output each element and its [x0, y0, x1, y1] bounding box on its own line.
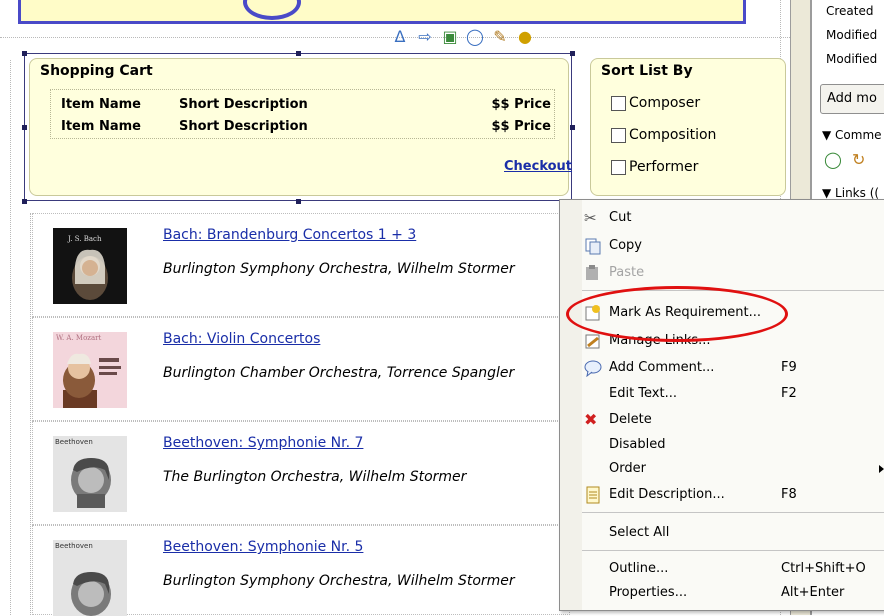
sort-option-performer[interactable]: Performer — [611, 159, 698, 175]
menu-item-copy[interactable]: Copy — [560, 235, 884, 257]
comments-section-header[interactable]: ▼ Comme — [822, 128, 882, 142]
menu-item-order[interactable]: Order — [560, 458, 884, 480]
menu-item-disabled[interactable]: Disabled — [560, 434, 884, 456]
item-name: Item Name — [61, 97, 141, 112]
sort-option-label: Composer — [629, 95, 701, 111]
sort-list-widget: Sort List By Composer Composition Perfor… — [590, 58, 786, 196]
album-cover-caption: Beethoven — [55, 542, 93, 550]
description-icon — [584, 486, 602, 504]
add-comment-icon[interactable]: ◯ — [824, 150, 842, 169]
link-icon — [584, 332, 602, 350]
checkbox[interactable] — [611, 95, 626, 111]
product-performer: The Burlington Orchestra, Wilhelm Storme… — [163, 469, 467, 485]
cart-items: Item Name Short Description $$ Price Ite… — [50, 89, 555, 139]
product-title-link[interactable]: Bach: Brandenburg Concertos 1 + 3 — [163, 227, 416, 243]
selection-handle[interactable] — [570, 51, 575, 56]
album-cover-caption: Beethoven — [55, 438, 93, 446]
triangle-icon[interactable]: Δ — [390, 27, 410, 47]
arrow-left-icon[interactable]: ⇨ — [415, 27, 435, 47]
divider — [10, 60, 11, 615]
element-mini-toolbar: Δ ⇨ ▣ ◯ ✎ ● — [390, 27, 535, 47]
product-performer: Burlington Symphony Orchestra, Wilhelm S… — [163, 261, 515, 277]
paste-icon — [584, 264, 602, 282]
cart-title: Shopping Cart — [40, 63, 153, 79]
product-performer: Burlington Chamber Orchestra, Torrence S… — [163, 365, 515, 381]
menu-item-edit-description[interactable]: Edit Description... F8 — [560, 484, 884, 506]
comments-label: Comme — [835, 128, 882, 142]
list-item[interactable]: Beethoven Beethoven: Symphonie Nr. 5 Bur… — [32, 525, 570, 616]
copy-icon — [584, 237, 602, 255]
add-more-button[interactable]: Add mo — [820, 84, 884, 114]
selection-handle[interactable] — [22, 51, 27, 56]
selection-handle[interactable] — [570, 125, 575, 130]
edit-icon[interactable]: ✎ — [490, 27, 510, 47]
selection-handle[interactable] — [22, 199, 27, 204]
sort-option-composer[interactable]: Composer — [611, 95, 700, 111]
product-title-link[interactable]: Bach: Violin Concertos — [163, 331, 320, 347]
product-performer: Burlington Symphony Orchestra, Wilhelm S… — [163, 573, 515, 589]
album-cover-caption: J. S. Bach — [68, 235, 102, 243]
banner-logo-arc — [243, 0, 301, 20]
cart-row: Item Name Short Description $$ Price — [61, 119, 551, 141]
delete-icon: ✖ — [584, 410, 598, 429]
menu-separator — [582, 512, 884, 513]
item-name: Item Name — [61, 119, 141, 134]
comment-icon — [584, 359, 602, 378]
product-title-link[interactable]: Beethoven: Symphonie Nr. 7 — [163, 435, 363, 451]
album-cover: Beethoven — [53, 436, 127, 512]
checkbox[interactable] — [611, 127, 626, 143]
menu-item-edit-text[interactable]: Edit Text... F2 — [560, 383, 884, 405]
sort-option-label: Composition — [629, 127, 717, 143]
menu-item-cut[interactable]: ✂ Cut — [560, 207, 884, 229]
album-cover-caption: W. A. Mozart — [56, 334, 102, 342]
requirement-icon[interactable]: ● — [515, 27, 535, 47]
menu-item-select-all[interactable]: Select All — [560, 522, 884, 544]
annotation-ellipse — [566, 286, 788, 342]
comment-icon[interactable]: ◯ — [465, 27, 485, 47]
created-label: Created — [826, 4, 874, 18]
list-item[interactable]: W. A. Mozart Bach: Violin Concertos Burl… — [32, 317, 570, 421]
menu-item-delete[interactable]: ✖ Delete — [560, 409, 884, 431]
list-item[interactable]: Beethoven Beethoven: Symphonie Nr. 7 The… — [32, 421, 570, 525]
shopping-cart-widget[interactable]: Shopping Cart Item Name Short Descriptio… — [29, 58, 572, 196]
album-cover: J. S. Bach — [53, 228, 127, 304]
checkbox[interactable] — [611, 159, 626, 175]
context-menu: ✂ Cut Copy Paste Mark As Requirement... … — [559, 199, 884, 611]
item-price: $$ Price — [491, 119, 551, 134]
list-item[interactable]: J. S. Bach Bach: Brandenburg Concertos 1… — [32, 213, 570, 317]
modified-label: Modified — [826, 52, 878, 66]
cart-row: Item Name Short Description $$ Price — [61, 97, 551, 119]
submenu-arrow-icon — [879, 465, 884, 473]
menu-item-outline[interactable]: Outline... Ctrl+Shift+O — [560, 558, 884, 580]
album-cover: Beethoven — [53, 540, 127, 616]
item-price: $$ Price — [491, 97, 551, 112]
sort-title: Sort List By — [601, 63, 693, 79]
refresh-icon[interactable]: ↻ — [852, 150, 865, 169]
scissors-icon: ✂ — [584, 209, 597, 227]
selection-handle[interactable] — [296, 199, 301, 204]
item-description: Short Description — [179, 119, 308, 134]
selection-handle[interactable] — [22, 125, 27, 130]
links-section-header[interactable]: ▼ Links (( — [822, 186, 879, 200]
menu-separator — [582, 550, 884, 551]
checkout-link[interactable]: Checkout — [504, 159, 572, 174]
sort-option-label: Performer — [629, 159, 699, 175]
sort-option-composition[interactable]: Composition — [611, 127, 716, 143]
selection-handle[interactable] — [296, 51, 301, 56]
menu-item-paste[interactable]: Paste — [560, 262, 884, 284]
menu-item-properties[interactable]: Properties... Alt+Enter — [560, 582, 884, 604]
modified-label: Modified — [826, 28, 878, 42]
links-label: Links (( — [835, 186, 880, 200]
product-title-link[interactable]: Beethoven: Symphonie Nr. 5 — [163, 539, 363, 555]
item-description: Short Description — [179, 97, 308, 112]
header-banner — [18, 0, 746, 24]
add-link-icon[interactable]: ▣ — [440, 27, 460, 47]
menu-item-add-comment[interactable]: Add Comment... F9 — [560, 357, 884, 379]
album-cover: W. A. Mozart — [53, 332, 127, 408]
